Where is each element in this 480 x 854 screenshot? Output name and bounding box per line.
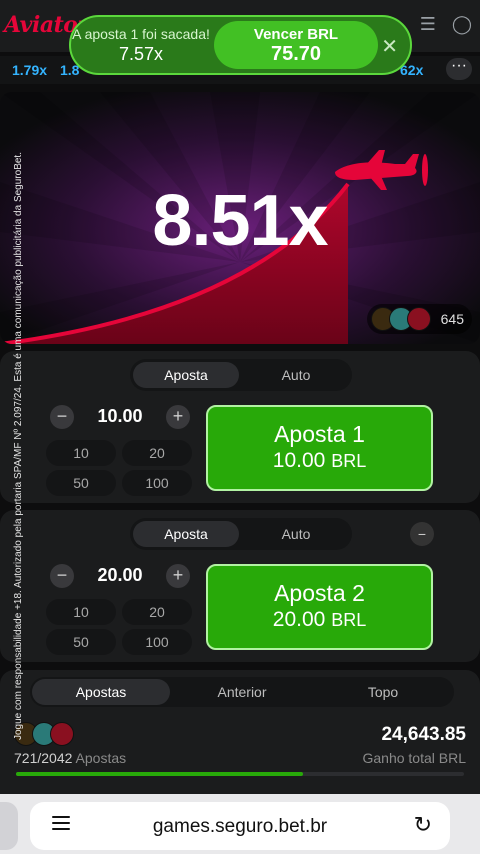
bet-button-label: Aposta 1 xyxy=(274,421,365,447)
place-bet-button[interactable]: Aposta 1 10.00 BRL xyxy=(206,405,433,491)
cashout-toast: A aposta 1 foi sacada! 7.57x Vencer BRL … xyxy=(69,15,412,75)
bets-progress-fill xyxy=(16,772,303,776)
browser-toolbar: games.seguro.bet.br ↻ xyxy=(0,794,480,854)
remove-panel-icon[interactable]: − xyxy=(410,522,434,546)
toast-win-label: Vencer BRL xyxy=(253,26,339,43)
tab-anterior[interactable]: Anterior xyxy=(173,679,311,705)
avatar xyxy=(406,307,431,331)
current-multiplier: 8.51x xyxy=(152,181,328,261)
close-icon[interactable]: ✕ xyxy=(381,34,398,59)
toast-win-amount: 75.70 xyxy=(270,43,322,65)
minus-button[interactable]: − xyxy=(50,564,74,588)
avatar xyxy=(50,722,74,746)
total-win-label: Ganho total BRL xyxy=(362,750,466,766)
quick-amount-button[interactable]: 20 xyxy=(122,440,192,466)
regulatory-disclaimer: Jogue com responsabilidade +18. Autoriza… xyxy=(13,152,24,740)
bet-mode-toggle: Aposta Auto xyxy=(130,359,352,391)
bet-panel-1: Aposta Auto − 10.00 + 10 20 50 100 Apost… xyxy=(0,351,480,503)
plus-button[interactable]: + xyxy=(166,564,190,588)
chat-icon[interactable]: ◯ xyxy=(452,14,472,34)
address-bar[interactable]: games.seguro.bet.br ↻ xyxy=(30,802,450,850)
plus-button[interactable]: + xyxy=(166,405,190,429)
quick-amount-button[interactable]: 50 xyxy=(46,470,116,496)
bets-count: 721/2042 Apostas xyxy=(14,750,127,766)
bet-button-amount: 10.00 BRL xyxy=(272,449,367,472)
stake-stepper: − 20.00 + xyxy=(46,562,194,588)
more-history-button[interactable]: ··· xyxy=(446,58,472,80)
quick-amount-button[interactable]: 100 xyxy=(122,629,192,655)
url-text: games.seguro.bet.br xyxy=(152,816,328,837)
previous-tab-edge[interactable] xyxy=(0,802,18,850)
toast-message: A aposta 1 foi sacada! xyxy=(72,25,210,42)
tab-aposta[interactable]: Aposta xyxy=(133,521,239,547)
total-win-value: 24,643.85 xyxy=(381,724,466,745)
place-bet-button[interactable]: Aposta 2 20.00 BRL xyxy=(206,564,433,650)
bets-progress-bar xyxy=(16,772,464,776)
quick-amount-button[interactable]: 20 xyxy=(122,599,192,625)
bet-button-label: Aposta 2 xyxy=(274,580,365,606)
tab-aposta[interactable]: Aposta xyxy=(133,362,239,388)
toast-multiplier: 7.57x xyxy=(118,43,164,64)
bet-button-amount: 20.00 BRL xyxy=(272,608,367,631)
stake-stepper: − 10.00 + xyxy=(46,403,194,429)
quick-amount-button[interactable]: 10 xyxy=(46,440,116,466)
history-item: 1.79x xyxy=(12,62,48,78)
quick-amount-button[interactable]: 50 xyxy=(46,629,116,655)
bets-tabs: Apostas Anterior Topo xyxy=(30,677,454,707)
header-actions: ☰ ◯ xyxy=(420,14,472,34)
toast-win-badge: Vencer BRL 75.70 xyxy=(214,21,378,69)
toast-info: A aposta 1 foi sacada! 7.57x xyxy=(71,26,211,65)
game-canvas: 8.51x 645 xyxy=(0,92,480,344)
players-count: 645 xyxy=(440,311,464,327)
players-online: 645 xyxy=(366,304,472,334)
tab-auto[interactable]: Auto xyxy=(243,362,349,388)
stake-value[interactable]: 20.00 xyxy=(76,565,164,586)
hamburger-icon[interactable]: ☰ xyxy=(420,14,436,34)
bet-mode-toggle: Aposta Auto xyxy=(130,518,352,550)
minus-button[interactable]: − xyxy=(50,405,74,429)
tab-apostas[interactable]: Apostas xyxy=(32,679,170,705)
bets-list-panel: Apostas Anterior Topo 721/2042 Apostas 2… xyxy=(0,670,480,794)
stake-value[interactable]: 10.00 xyxy=(76,406,164,427)
quick-amount-button[interactable]: 10 xyxy=(46,599,116,625)
tab-topo[interactable]: Topo xyxy=(314,679,452,705)
quick-amount-button[interactable]: 100 xyxy=(122,470,192,496)
bet-panel-2: Aposta Auto − − 20.00 + 10 20 50 100 Apo… xyxy=(0,510,480,662)
reload-icon[interactable]: ↻ xyxy=(414,812,432,838)
tab-auto[interactable]: Auto xyxy=(243,521,349,547)
